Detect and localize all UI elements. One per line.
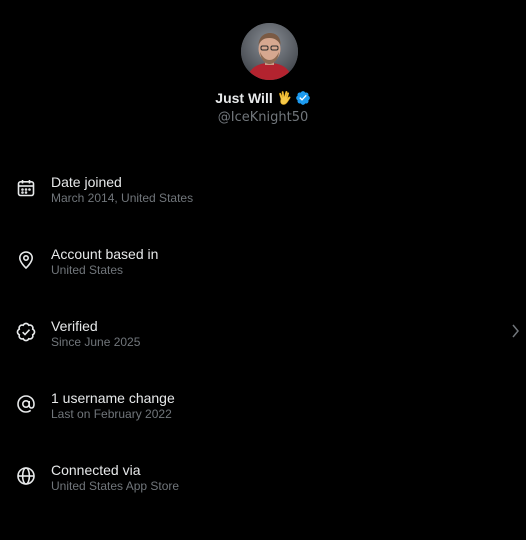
display-name: Just Will — [215, 90, 273, 106]
list-item-title: Account based in — [51, 246, 159, 262]
list-item-connected-via: Connected via United States App Store — [0, 440, 526, 512]
handle-text: @IceKnight50 — [217, 110, 309, 125]
vulcan-salute-emoji-icon — [277, 90, 293, 111]
list-item-title: Verified — [51, 318, 98, 334]
list-item-title: Connected via — [51, 462, 141, 478]
display-name-row: Just Will — [0, 88, 526, 108]
profile-header: Just Will @IceKnight50 — [0, 0, 526, 140]
username-handle: @IceKnight50 — [0, 109, 526, 126]
at-sign-icon — [16, 394, 36, 414]
list-item-date-joined: Date joined March 2014, United States — [0, 152, 526, 224]
list-item-verified[interactable]: Verified Since June 2025 — [0, 296, 526, 368]
list-item-username-change: 1 username change Last on February 2022 — [0, 368, 526, 440]
list-item-title: 1 username change — [51, 390, 175, 406]
location-pin-icon — [16, 250, 36, 270]
list-item-title: Date joined — [51, 174, 122, 190]
verified-check-icon — [16, 322, 36, 342]
verified-badge-icon[interactable] — [295, 90, 311, 111]
list-item-subtitle: United States App Store — [51, 479, 180, 493]
avatar[interactable] — [241, 23, 298, 80]
calendar-icon — [16, 178, 36, 198]
list-item-subtitle: Since June 2025 — [51, 335, 141, 349]
about-account-list: Date joined March 2014, United States Ac… — [0, 152, 526, 512]
list-item-subtitle: Last on February 2022 — [51, 407, 172, 421]
globe-icon — [16, 466, 36, 486]
list-item-account-based-in: Account based in United States — [0, 224, 526, 296]
chevron-right-icon[interactable] — [510, 323, 520, 339]
list-item-subtitle: March 2014, United States — [51, 191, 194, 205]
list-item-subtitle: United States — [51, 263, 124, 277]
